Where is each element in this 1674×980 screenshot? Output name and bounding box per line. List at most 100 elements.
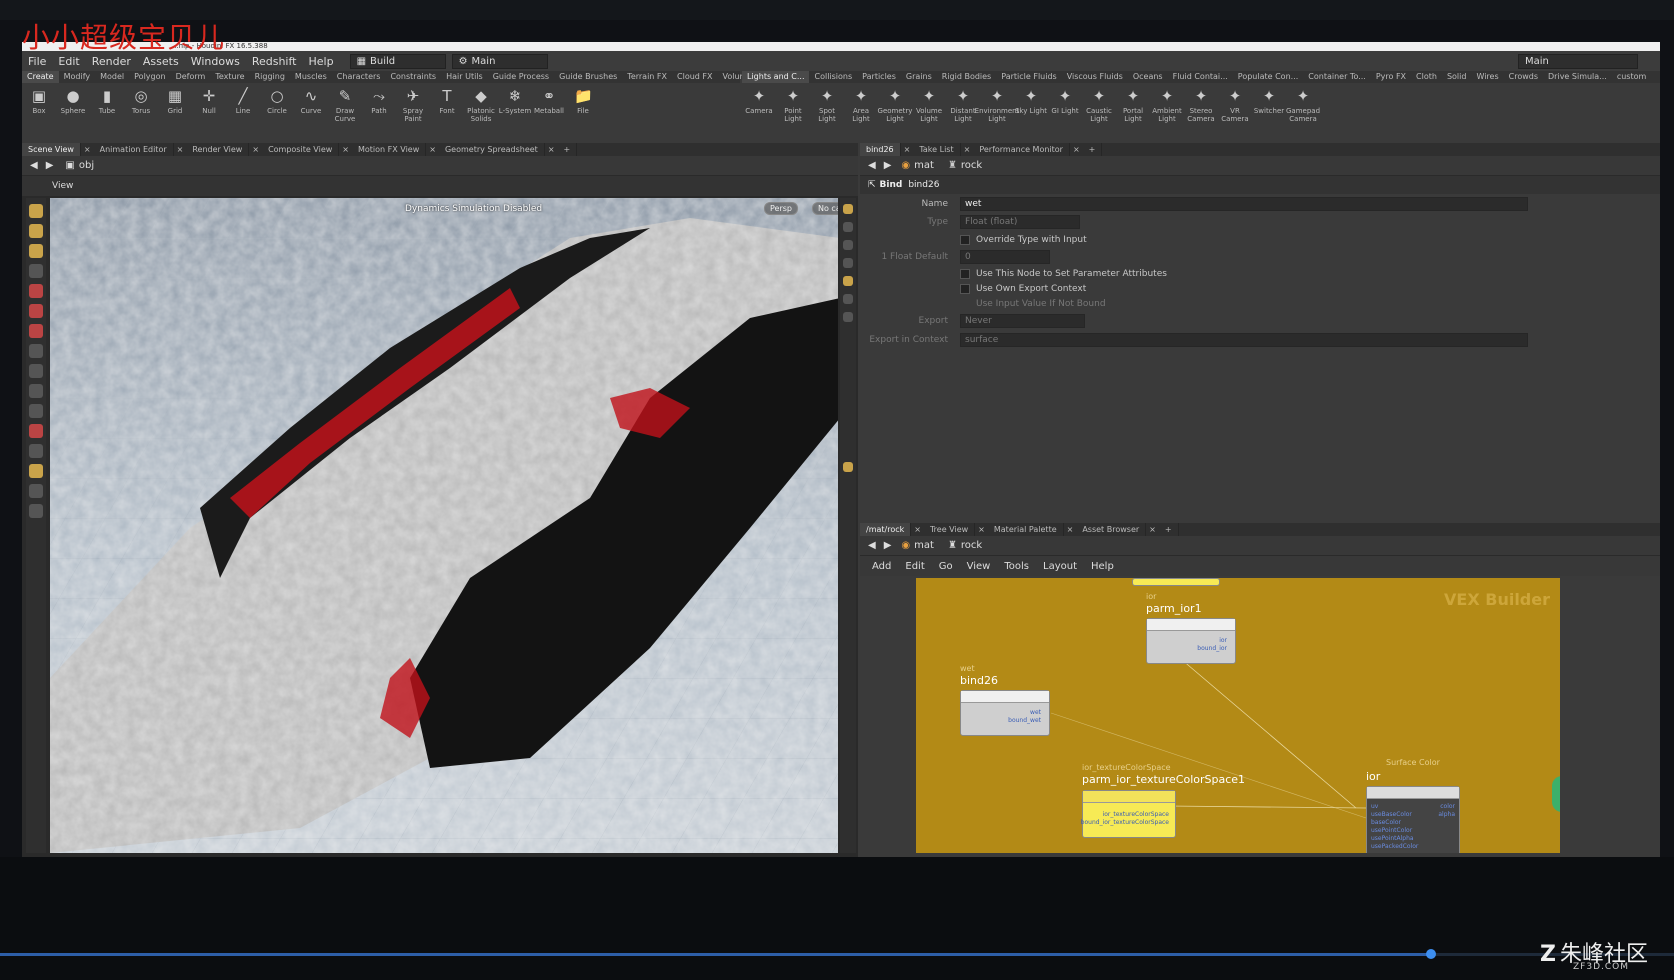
ior-node[interactable]: uv useBaseColor baseColor usePointColor useP… — [1366, 786, 1460, 853]
normal-display-icon[interactable] — [843, 312, 853, 322]
own-export-checkbox[interactable] — [960, 284, 970, 294]
tab-close-icon[interactable]: × — [901, 143, 914, 156]
shelf-tool-camera[interactable]: ✦ Camera — [742, 87, 776, 123]
pane-tab[interactable]: Scene View — [22, 143, 81, 156]
tab-close-icon[interactable]: × — [1146, 523, 1159, 536]
shelf-tool-spray-paint[interactable]: ✈ Spray Paint — [396, 87, 430, 123]
shelf-tab[interactable]: Guide Process — [488, 71, 554, 83]
tab-close-icon[interactable]: × — [426, 143, 439, 156]
menu-edit[interactable]: Edit — [52, 55, 85, 68]
shelf-tab[interactable]: Viscous Fluids — [1062, 71, 1128, 83]
net-path-mat[interactable]: mat — [914, 540, 934, 551]
display-options-icon[interactable] — [843, 204, 853, 214]
port-bound-wet[interactable]: bound_wet — [1008, 717, 1041, 724]
shelf-tab[interactable]: Guide Brushes — [554, 71, 622, 83]
prim-select-icon[interactable] — [29, 324, 43, 338]
shelf-tool-line[interactable]: ╱ Line — [226, 87, 260, 123]
shelf-tool-curve[interactable]: ∿ Curve — [294, 87, 328, 123]
shelf-tool-point-light[interactable]: ✦ Point Light — [776, 87, 810, 123]
network-editor[interactable]: ior parm_ior1 ior bound_ior wet bind26 w… — [916, 578, 1560, 853]
light-icon[interactable] — [843, 240, 853, 250]
render-region-icon[interactable] — [29, 504, 43, 518]
menu-help[interactable]: Help — [302, 55, 339, 68]
shelf-tab[interactable]: Drive Simula... — [1543, 71, 1612, 83]
shelf-tab[interactable]: Muscles — [290, 71, 332, 83]
tab-close-icon[interactable]: × — [1070, 143, 1083, 156]
parm-name-field[interactable]: wet — [960, 197, 1528, 211]
net-menu-help[interactable]: Help — [1091, 561, 1114, 572]
menu-render[interactable]: Render — [86, 55, 137, 68]
tab-close-icon[interactable]: × — [339, 143, 352, 156]
set-parm-checkbox[interactable] — [960, 269, 970, 279]
export-context-field[interactable]: surface — [960, 333, 1528, 347]
brush-icon[interactable] — [29, 444, 43, 458]
path-rock[interactable]: rock — [961, 160, 982, 171]
vertex-select-icon[interactable] — [29, 344, 43, 358]
pane-tab[interactable]: Tree View — [924, 523, 976, 536]
group-icon[interactable] — [29, 384, 43, 398]
shelf-tool-metaball[interactable]: ⚭ Metaball — [532, 87, 566, 123]
desktop-main-dropdown[interactable]: ⚙ Main — [451, 53, 548, 69]
point-select-icon[interactable] — [29, 284, 43, 298]
shelf-tool-sphere[interactable]: ● Sphere — [56, 87, 90, 123]
shelf-tool-vr-camera[interactable]: ✦ VR Camera — [1218, 87, 1252, 123]
tab-close-icon[interactable]: × — [975, 523, 988, 536]
node-name[interactable]: bind26 — [908, 180, 939, 190]
ior-output-port[interactable]: alpha — [1438, 811, 1455, 819]
bind26-node[interactable]: wet bound_wet — [960, 690, 1050, 736]
pose-tool-icon[interactable] — [29, 264, 43, 278]
ior-input-port[interactable]: usePointColor — [1371, 827, 1418, 835]
shelf-tool-volume-light[interactable]: ✦ Volume Light — [912, 87, 946, 123]
pane-tab[interactable]: Composite View — [262, 143, 340, 156]
shelf-tool-environment-light[interactable]: ✦ Environment Light — [975, 87, 1020, 123]
add-tab-icon[interactable]: + — [558, 143, 578, 156]
pane-tab[interactable]: Animation Editor — [94, 143, 174, 156]
ior-input-port[interactable]: usePackedColor — [1371, 843, 1418, 851]
shelf-tool-box[interactable]: ▣ Box — [22, 87, 56, 123]
net-menu-tools[interactable]: Tools — [1004, 561, 1029, 572]
shelf-tab[interactable]: Hair Utils — [441, 71, 488, 83]
export-dropdown[interactable]: Never — [960, 314, 1085, 328]
shelf-tab[interactable]: Grains — [901, 71, 937, 83]
parm-cs-node[interactable]: ior_textureColorSpace bound_ior_textureC… — [1081, 790, 1176, 838]
add-tab-icon[interactable]: + — [1083, 143, 1103, 156]
shelf-tab[interactable]: Pyro FX — [1371, 71, 1411, 83]
shelf-tool-switcher[interactable]: ✦ Switcher — [1252, 87, 1286, 123]
shelf-tab[interactable]: Populate Con... — [1233, 71, 1304, 83]
pane-tab[interactable]: Geometry Spreadsheet — [439, 143, 545, 156]
shelf-tab[interactable]: Rigid Bodies — [937, 71, 996, 83]
shelf-tab[interactable]: Particle Fluids — [996, 71, 1061, 83]
add-tab-icon[interactable]: + — [1159, 523, 1179, 536]
shelf-tool-area-light[interactable]: ✦ Area Light — [844, 87, 878, 123]
override-checkbox[interactable] — [960, 235, 970, 245]
camera-icon[interactable] — [843, 276, 853, 286]
shelf-tab[interactable]: Wires — [1471, 71, 1503, 83]
background-icon[interactable] — [843, 462, 853, 472]
point-display-icon[interactable] — [843, 294, 853, 304]
path-obj[interactable]: obj — [79, 160, 94, 171]
shelf-tab[interactable]: Deform — [171, 71, 211, 83]
offscreen-node[interactable] — [1132, 578, 1220, 586]
net-menu-edit[interactable]: Edit — [905, 561, 924, 572]
port-bound-ior[interactable]: bound_ior — [1197, 645, 1227, 652]
shelf-tab[interactable]: Container To... — [1303, 71, 1371, 83]
persp-button[interactable]: Persp — [764, 202, 798, 215]
parm-type-dropdown[interactable]: Float (float) — [960, 215, 1080, 229]
shelf-tab[interactable]: Texture — [210, 71, 249, 83]
shelf-tab[interactable]: Oceans — [1128, 71, 1168, 83]
shelf-tool-font[interactable]: T Font — [430, 87, 464, 123]
forward-arrow-icon[interactable]: ▶ — [46, 160, 54, 171]
shelf-tab[interactable]: Crowds — [1504, 71, 1543, 83]
viewport-3d[interactable]: Dynamics Simulation Disabled Persp No ca… — [50, 198, 838, 853]
shelf-tab[interactable]: Create — [22, 71, 59, 83]
shelf-tab[interactable]: Modify — [59, 71, 96, 83]
shelf-tool-path[interactable]: ⤳ Path — [362, 87, 396, 123]
ior-input-port[interactable]: uv — [1371, 803, 1418, 811]
shelf-tool-sky-light[interactable]: ✦ Sky Light — [1014, 87, 1048, 123]
pane-tab[interactable]: Take List — [913, 143, 961, 156]
menu-windows[interactable]: Windows — [185, 55, 246, 68]
shading-icon[interactable] — [843, 258, 853, 268]
tab-close-icon[interactable]: × — [911, 523, 924, 536]
float-default-field[interactable]: 0 — [960, 250, 1050, 264]
shelf-tab[interactable]: custom — [1612, 71, 1651, 83]
